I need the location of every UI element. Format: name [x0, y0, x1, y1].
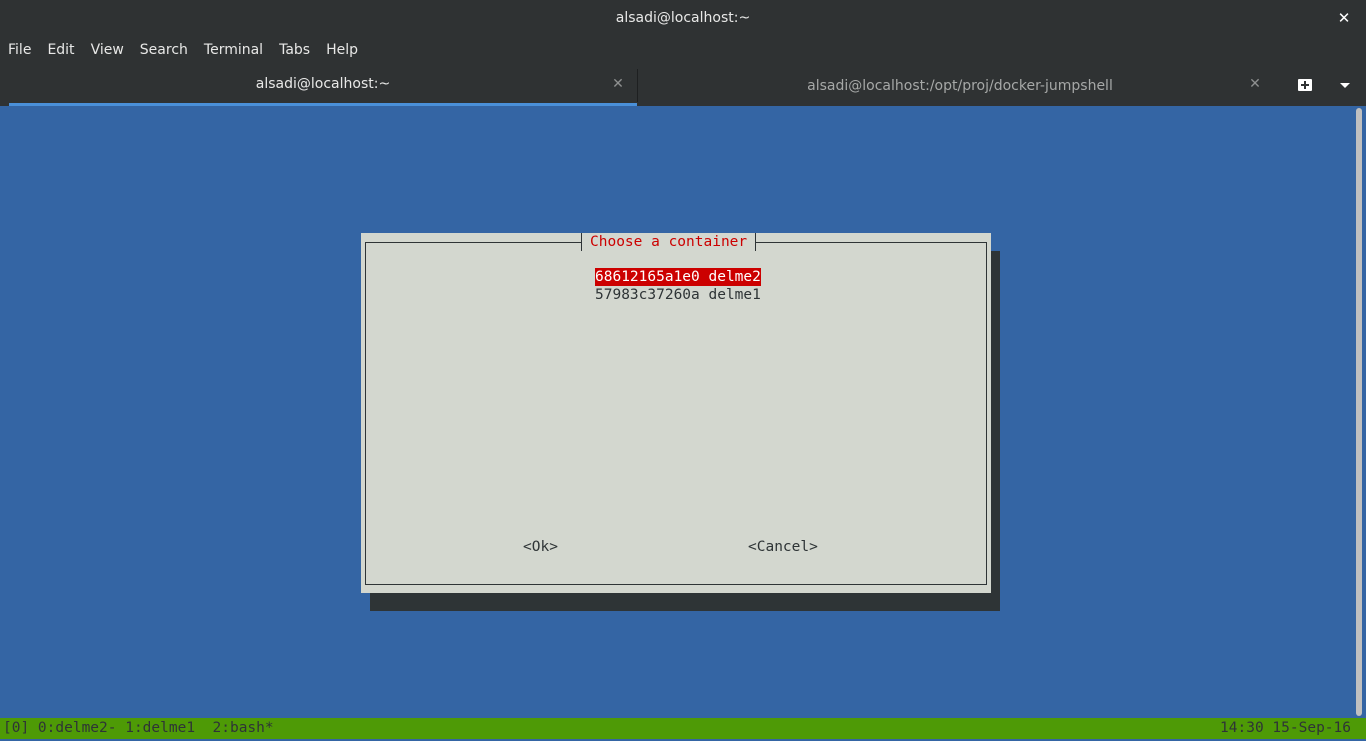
window-list: [0] 0:delme2- 1:delme1 2:bash*: [3, 720, 274, 736]
menu-search[interactable]: Search: [132, 36, 196, 65]
close-icon[interactable]: ✕: [1248, 77, 1262, 91]
menu-file[interactable]: File: [0, 36, 39, 65]
window-title: alsadi@localhost:~: [615, 10, 751, 26]
new-tab-icon: [1298, 79, 1312, 91]
dialog-title: Choose a container: [581, 233, 757, 251]
ok-button[interactable]: <Ok>: [523, 538, 558, 556]
tab-menu-button[interactable]: [1332, 76, 1358, 96]
tab-home[interactable]: alsadi@localhost:~ ✕: [9, 65, 637, 106]
tab-bar: alsadi@localhost:~ ✕ alsadi@localhost:/o…: [0, 65, 1366, 106]
menu-terminal[interactable]: Terminal: [196, 36, 271, 65]
menu-edit[interactable]: Edit: [39, 36, 82, 65]
scrollbar-thumb[interactable]: [1356, 108, 1362, 716]
window-titlebar: alsadi@localhost:~ ✕: [0, 0, 1366, 36]
menu-tabs[interactable]: Tabs: [271, 36, 318, 65]
tab-label: alsadi@localhost:/opt/proj/docker-jumpsh…: [807, 77, 1113, 94]
close-icon[interactable]: ✕: [1334, 8, 1354, 28]
list-item[interactable]: 57983c37260a delme1: [595, 286, 761, 304]
new-tab-button[interactable]: [1292, 76, 1318, 96]
tmux-status-bar: [0] 0:delme2- 1:delme1 2:bash* 14:30 15-…: [0, 718, 1366, 739]
container-dialog: Choose a container 68612165a1e0 delme2 5…: [361, 233, 991, 593]
menu-view[interactable]: View: [83, 36, 132, 65]
tab-label: alsadi@localhost:~: [255, 76, 391, 92]
clock: 14:30 15-Sep-16: [1220, 720, 1351, 736]
chevron-down-icon: [1340, 83, 1350, 88]
tab-docker-jumpshell[interactable]: alsadi@localhost:/opt/proj/docker-jumpsh…: [640, 65, 1280, 106]
tab-divider: [637, 69, 638, 102]
menu-help[interactable]: Help: [318, 36, 366, 65]
close-icon[interactable]: ✕: [611, 77, 625, 91]
scrollbar[interactable]: [1351, 106, 1366, 718]
cancel-button[interactable]: <Cancel>: [748, 538, 818, 556]
list-item-selected[interactable]: 68612165a1e0 delme2: [595, 268, 761, 286]
terminal-area[interactable]: Choose a container 68612165a1e0 delme2 5…: [0, 106, 1366, 741]
menubar: File Edit View Search Terminal Tabs Help: [0, 36, 1366, 65]
